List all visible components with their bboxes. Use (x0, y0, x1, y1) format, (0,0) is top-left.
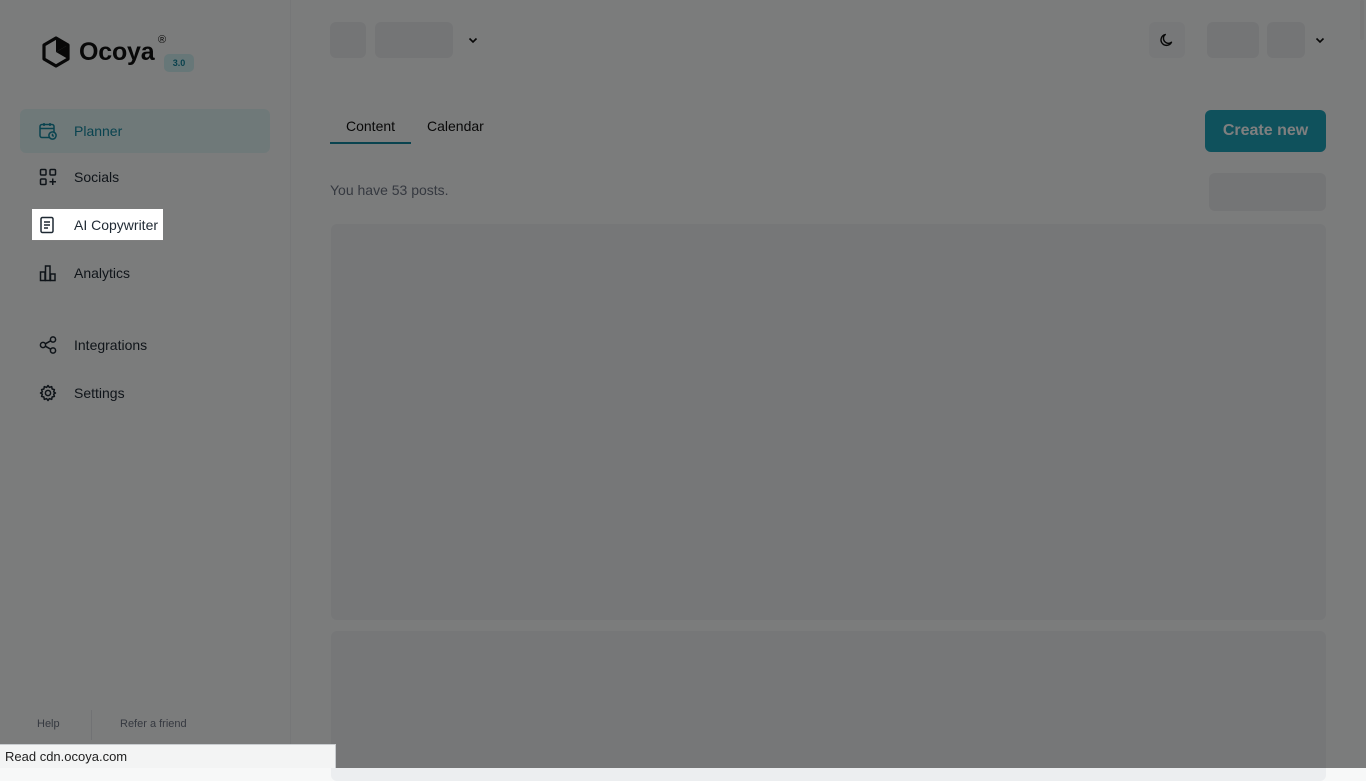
workspace-avatar-skeleton (330, 22, 366, 58)
theme-toggle-button[interactable] (1149, 22, 1185, 58)
scrollbar-thumb[interactable] (1360, 0, 1364, 40)
sidebar: Ocoya ® 3.0 Planner Socials Analytics In… (0, 0, 291, 768)
post-card-skeleton (331, 224, 1326, 620)
tab-content[interactable]: Content (330, 108, 411, 144)
moon-icon (1160, 33, 1173, 47)
chevron-down-icon[interactable] (1314, 34, 1326, 46)
tabs: Content Calendar (330, 108, 490, 146)
refer-friend-link[interactable]: Refer a friend (120, 718, 187, 730)
footer-divider (91, 710, 92, 740)
bar-chart-icon (38, 263, 58, 283)
sidebar-item-label: Settings (74, 385, 125, 401)
spotlight-label: AI Copywriter (74, 217, 159, 233)
sidebar-item-label: Planner (74, 123, 123, 139)
main-content: Content Calendar Create new You have 53 … (291, 0, 1366, 781)
workspace-name-skeleton (375, 22, 453, 58)
sidebar-item-settings[interactable]: Settings (20, 371, 270, 415)
sidebar-item-label: Socials (74, 169, 120, 185)
chevron-down-icon[interactable] (467, 34, 479, 46)
sidebar-item-planner[interactable]: Planner (20, 109, 270, 153)
apps-add-icon (38, 167, 58, 187)
user-avatar-skeleton (1267, 22, 1305, 58)
header-skeleton (1207, 22, 1259, 58)
version-badge: 3.0 (164, 54, 194, 72)
ocoya-logo-icon (42, 36, 70, 68)
logo[interactable]: Ocoya ® 3.0 (42, 34, 194, 72)
help-link[interactable]: Help (37, 718, 60, 730)
document-icon (38, 216, 56, 239)
post-card-skeleton (331, 631, 1326, 781)
sidebar-item-label: Analytics (74, 265, 131, 281)
sidebar-item-integrations[interactable]: Integrations (20, 323, 270, 367)
sidebar-item-analytics[interactable]: Analytics (20, 251, 270, 295)
browser-status-bar: Read cdn.ocoya.com (0, 744, 336, 768)
create-new-button[interactable]: Create new (1205, 110, 1326, 152)
posts-count: You have 53 posts. (330, 182, 449, 198)
logo-registered-mark: ® (158, 34, 167, 46)
logo-text: Ocoya (79, 37, 155, 66)
tab-calendar[interactable]: Calendar (427, 108, 484, 144)
sidebar-item-socials[interactable]: Socials (20, 155, 270, 199)
share-nodes-icon (38, 335, 58, 355)
sidebar-footer: Help Refer a friend (0, 705, 290, 745)
filter-skeleton (1209, 173, 1326, 211)
sidebar-item-label: Integrations (74, 337, 148, 353)
gear-icon (38, 383, 58, 403)
calendar-clock-icon (38, 121, 58, 141)
spotlight-ai-copywriter[interactable]: AI Copywriter (32, 209, 163, 240)
